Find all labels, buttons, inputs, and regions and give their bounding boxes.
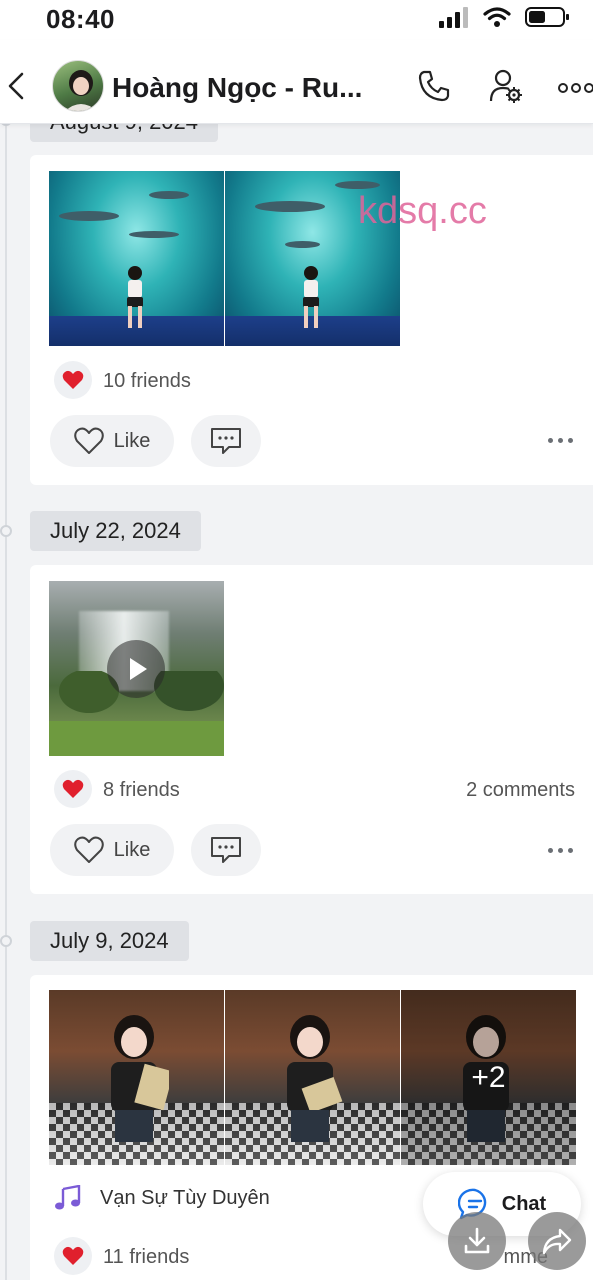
like-label: Like bbox=[113, 429, 151, 452]
heart-reaction-icon[interactable] bbox=[54, 770, 92, 808]
contact-name: Hoàng Ngọc - Ru... bbox=[112, 72, 363, 103]
cellular-signal-icon bbox=[439, 7, 468, 28]
music-title: Vạn Sự Tùy Duyên bbox=[100, 1186, 270, 1209]
post-date: July 9, 2024 bbox=[30, 921, 189, 961]
heart-outline-icon bbox=[73, 427, 104, 454]
heart-reaction-icon[interactable] bbox=[54, 1237, 92, 1275]
status-icons bbox=[439, 6, 571, 28]
post-photo[interactable] bbox=[225, 990, 400, 1165]
chat-profile-header: Hoàng Ngọc - Ru... bbox=[0, 40, 593, 124]
post-photo[interactable] bbox=[49, 990, 224, 1165]
timeline-dot bbox=[0, 935, 12, 947]
like-button[interactable]: Like bbox=[50, 415, 174, 467]
share-icon bbox=[542, 1228, 572, 1255]
status-bar: 08:40 bbox=[0, 0, 593, 40]
avatar[interactable] bbox=[52, 60, 104, 112]
back-arrow-icon[interactable] bbox=[4, 68, 28, 104]
heart-reaction-icon[interactable] bbox=[54, 361, 92, 399]
post-date: July 22, 2024 bbox=[30, 511, 201, 551]
post-more-options-icon[interactable] bbox=[548, 438, 573, 443]
post-card: 10 friends Like bbox=[30, 155, 593, 485]
like-label: Like bbox=[113, 838, 151, 861]
more-options-icon[interactable] bbox=[558, 82, 593, 94]
chat-label: Chat bbox=[501, 1192, 547, 1215]
heart-outline-icon bbox=[73, 836, 104, 863]
post-card: 8 friends 2 comments Like bbox=[30, 565, 593, 894]
wifi-icon bbox=[483, 7, 511, 27]
battery-icon bbox=[525, 7, 569, 27]
reaction-count[interactable]: 11 friends bbox=[103, 1246, 189, 1269]
phone-call-icon[interactable] bbox=[416, 68, 452, 104]
download-icon bbox=[464, 1227, 490, 1254]
like-button[interactable]: Like bbox=[50, 824, 174, 876]
post-more-options-icon[interactable] bbox=[548, 848, 573, 853]
music-row[interactable]: Vạn Sự Tùy Duyên bbox=[54, 1185, 270, 1211]
share-button[interactable] bbox=[528, 1212, 586, 1270]
post-video[interactable] bbox=[49, 581, 224, 756]
music-note-icon bbox=[55, 1185, 81, 1210]
comment-icon bbox=[211, 428, 241, 454]
comment-button[interactable] bbox=[191, 824, 261, 876]
post-photo-more[interactable]: +2 bbox=[401, 990, 576, 1165]
post-photo[interactable] bbox=[49, 171, 224, 346]
play-icon[interactable] bbox=[107, 640, 165, 698]
watermark: kdsq.cc bbox=[358, 190, 487, 232]
reaction-count[interactable]: 10 friends bbox=[103, 370, 191, 393]
status-time: 08:40 bbox=[46, 4, 115, 34]
comment-button[interactable] bbox=[191, 415, 261, 467]
comment-icon bbox=[211, 837, 241, 863]
profile-settings-icon[interactable] bbox=[488, 68, 524, 104]
reaction-count[interactable]: 8 friends bbox=[103, 779, 180, 802]
comments-count[interactable]: 2 comments bbox=[466, 779, 575, 802]
download-button[interactable] bbox=[448, 1212, 506, 1270]
timeline-line bbox=[5, 124, 7, 1280]
more-photos-count[interactable]: +2 bbox=[401, 990, 576, 1165]
timeline-dot bbox=[0, 525, 12, 537]
